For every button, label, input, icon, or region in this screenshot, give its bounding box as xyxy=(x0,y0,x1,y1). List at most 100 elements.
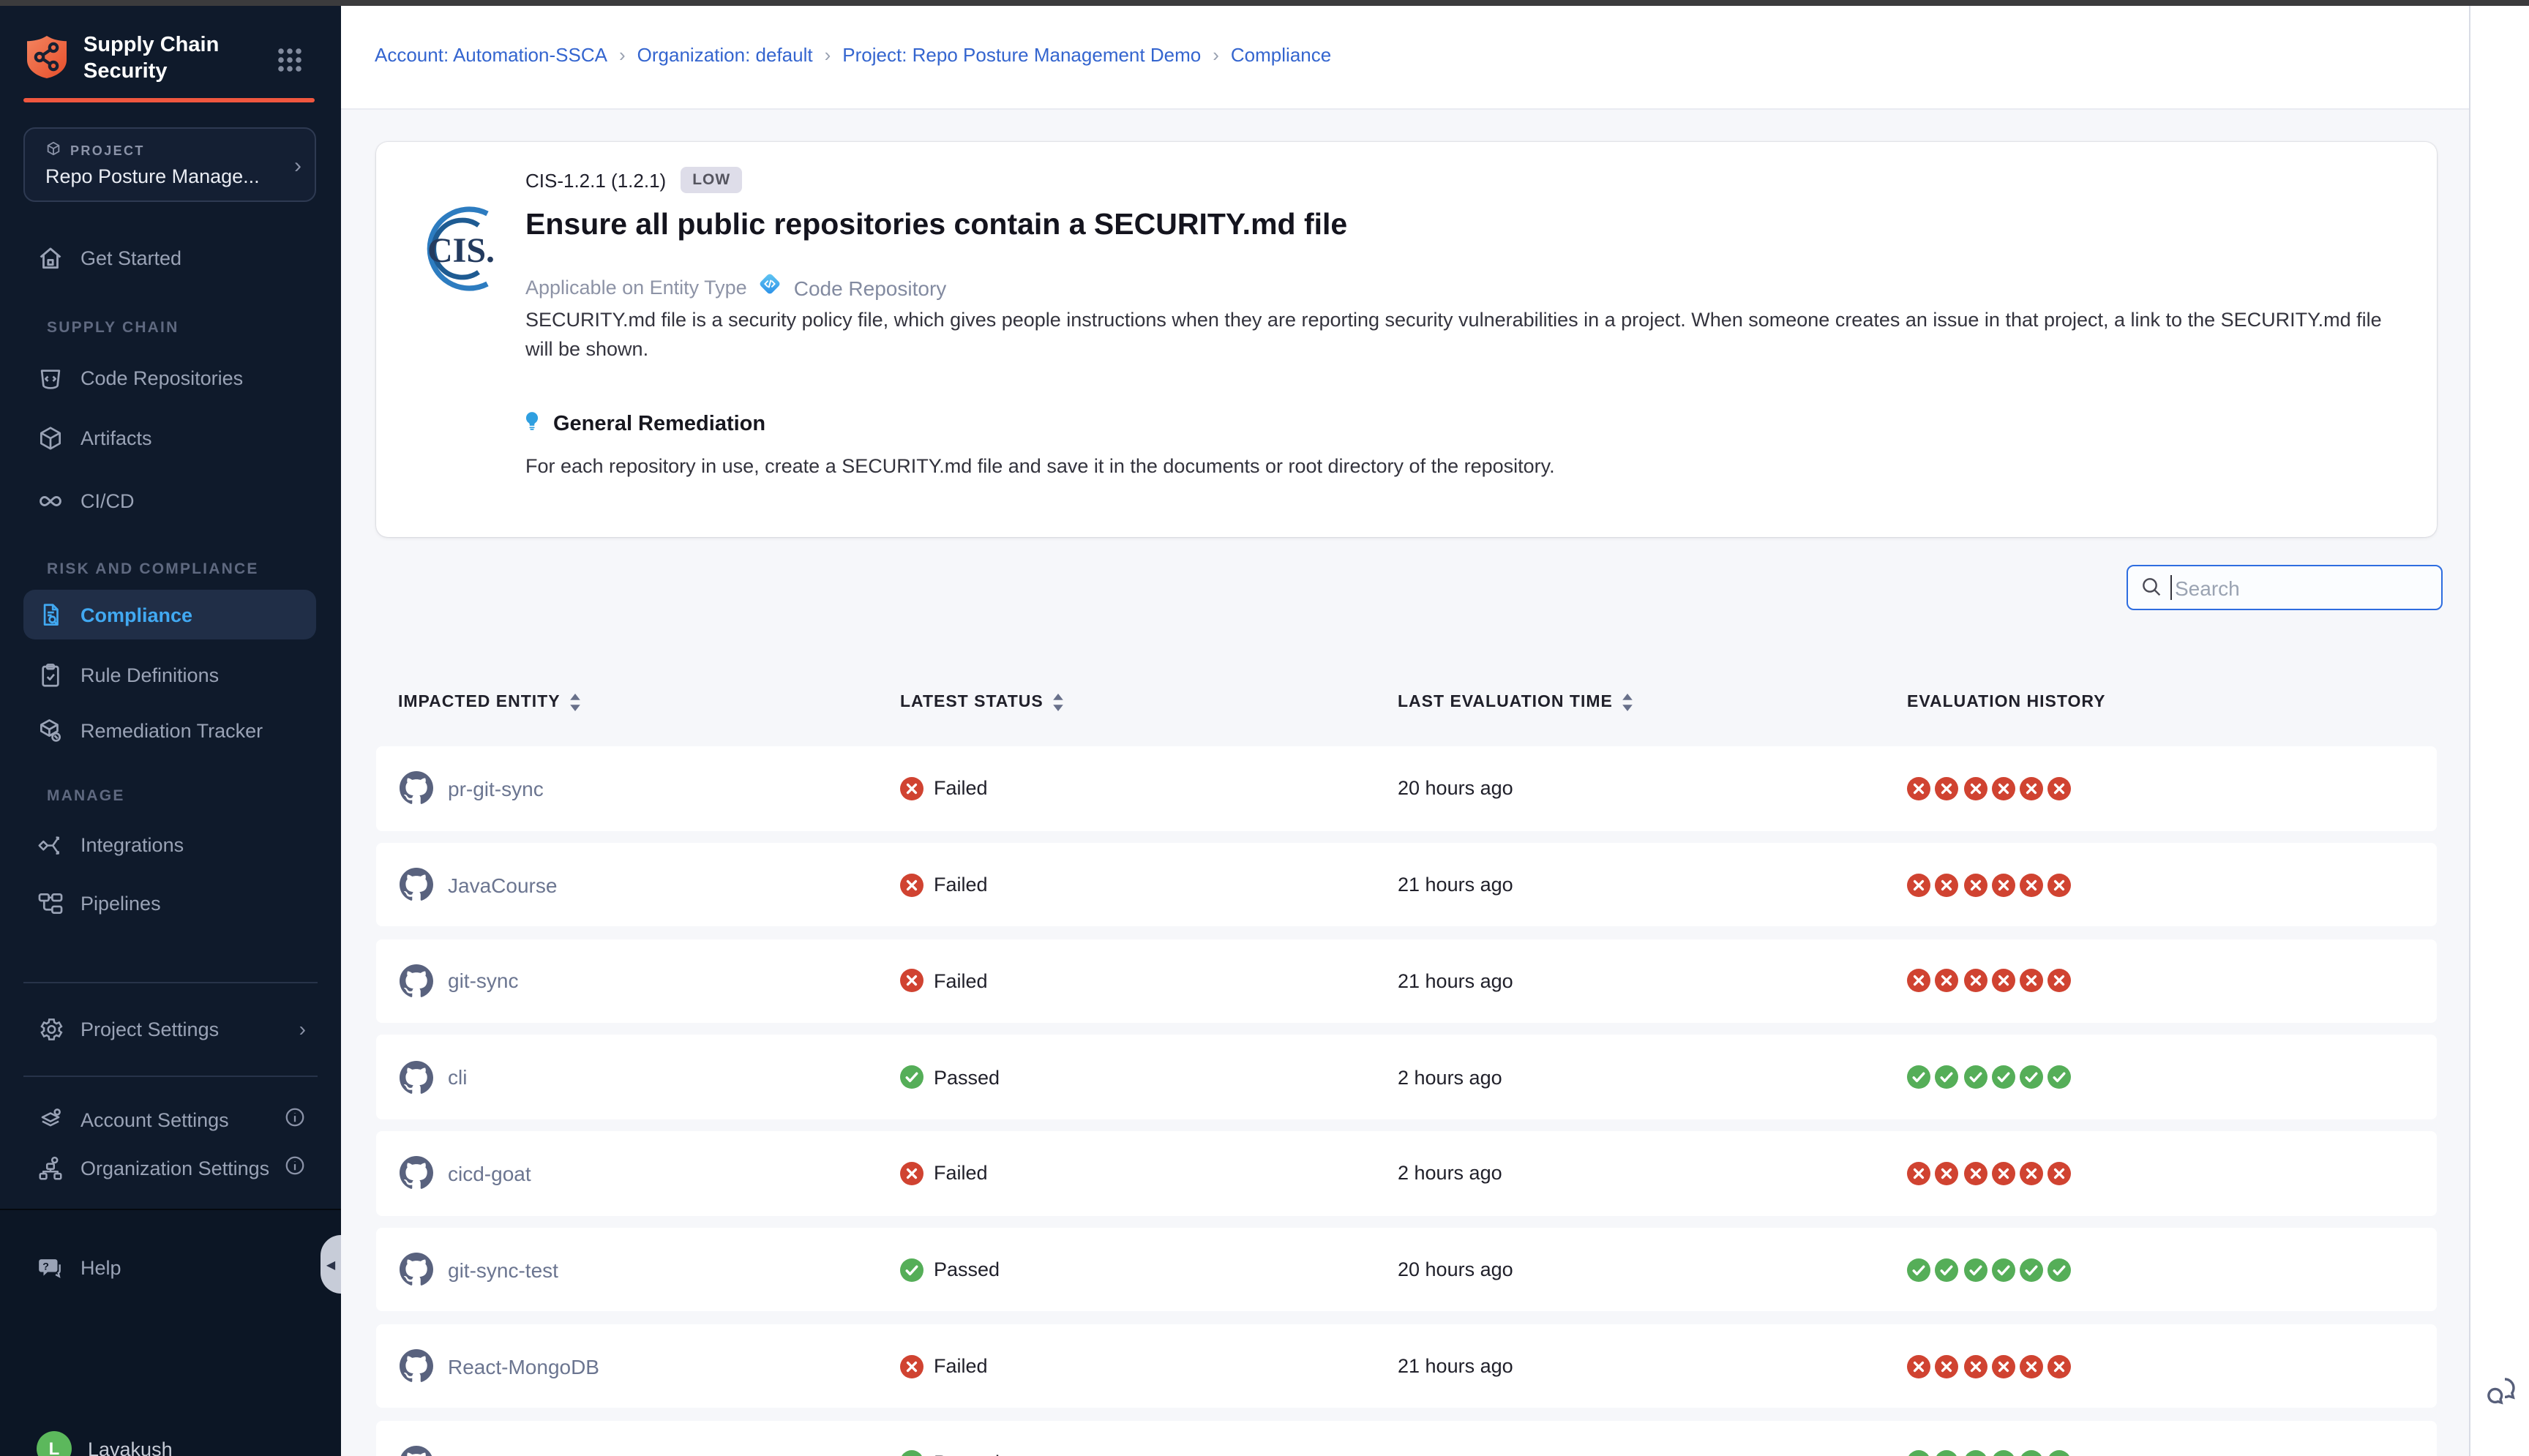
entity-name[interactable]: JavaCourse xyxy=(448,873,557,896)
history-failed-icon xyxy=(1936,969,1959,993)
gear-icon xyxy=(37,1015,64,1043)
sidebar-item-project-settings[interactable]: Project Settings › xyxy=(0,1004,341,1054)
sidebar-item-integrations[interactable]: Integrations xyxy=(0,819,341,869)
entity-name[interactable]: git-sync xyxy=(448,969,518,993)
sidebar-item-organization-settings[interactable]: Organization Settings xyxy=(0,1143,341,1193)
user-name: Lavakush xyxy=(88,1438,173,1456)
sort-icon[interactable] xyxy=(1052,694,1064,711)
cell-impacted-entity: React-MongoDB xyxy=(400,1324,599,1408)
history-passed-icon xyxy=(1963,1065,1987,1089)
entity-name[interactable]: React-MongoDB xyxy=(448,1354,599,1378)
cell-latest-status: Failed xyxy=(900,939,988,1023)
breadcrumb-link-compliance[interactable]: Compliance xyxy=(1231,44,1331,66)
clipboard-check-icon xyxy=(37,661,64,688)
history-failed-icon xyxy=(1992,873,2015,896)
status-passed-icon xyxy=(900,1258,923,1281)
column-label: IMPACTED ENTITY xyxy=(398,694,561,711)
history-passed-icon xyxy=(2020,1451,2043,1456)
project-name: Repo Posture Manage... xyxy=(45,165,300,187)
breadcrumb-separator: › xyxy=(1213,44,1219,66)
table-row[interactable]: pr-git-syncFailed20 hours ago xyxy=(376,746,2437,830)
sidebar-item-help[interactable]: ? Help xyxy=(0,1242,341,1292)
table-row[interactable]: Passed xyxy=(376,1420,2437,1456)
history-failed-icon xyxy=(1992,1354,2015,1378)
page-header: Account: Automation-SSCA › Organization:… xyxy=(341,6,2469,110)
entity-type-label: Code Repository xyxy=(794,276,947,299)
cell-last-evaluation-time: 21 hours ago xyxy=(1398,1324,1513,1408)
sidebar-item-label: Artifacts xyxy=(80,427,152,449)
history-failed-icon xyxy=(1936,873,1959,896)
column-header-impacted-entity[interactable]: IMPACTED ENTITY xyxy=(398,694,581,711)
table-row[interactable]: cicd-goatFailed2 hours ago xyxy=(376,1131,2437,1215)
github-icon xyxy=(400,1060,433,1094)
breadcrumb-separator: › xyxy=(619,44,626,66)
sidebar-item-artifacts[interactable]: Artifacts xyxy=(0,413,341,462)
history-failed-icon xyxy=(1963,777,1987,800)
sidebar-item-user[interactable]: L Lavakush xyxy=(0,1424,341,1456)
sidebar-item-label: Pipelines xyxy=(80,892,161,914)
impacted-entity-table: pr-git-syncFailed20 hours agoJavaCourseF… xyxy=(376,746,2437,1456)
status-label: Failed xyxy=(934,1163,988,1185)
history-passed-icon xyxy=(1907,1065,1930,1089)
text-caret xyxy=(2170,575,2172,600)
sidebar-item-pipelines[interactable]: Pipelines xyxy=(0,878,341,928)
rule-title: Ensure all public repositories contain a… xyxy=(525,208,1347,243)
column-header-last-evaluation-time[interactable]: LAST EVALUATION TIME xyxy=(1398,694,1633,711)
table-row[interactable]: React-MongoDB Failed 21 hours ago xyxy=(376,1324,2437,1408)
info-icon[interactable] xyxy=(284,1155,306,1181)
github-icon xyxy=(400,1349,433,1383)
status-failed-icon xyxy=(900,873,923,896)
sort-icon[interactable] xyxy=(1622,694,1633,711)
support-chat-icon[interactable] xyxy=(2482,1373,2520,1411)
svg-text:CIS.: CIS. xyxy=(427,231,495,270)
column-header-latest-status[interactable]: LATEST STATUS xyxy=(900,694,1064,711)
breadcrumb-link-organization[interactable]: Organization: default xyxy=(637,44,813,66)
entity-name[interactable]: cicd-goat xyxy=(448,1162,531,1185)
avatar: L xyxy=(37,1431,72,1456)
sidebar-collapse-handle[interactable]: ◀ xyxy=(321,1235,341,1294)
cell-impacted-entity: git-sync xyxy=(400,939,518,1023)
table-row[interactable]: git-sync-testPassed20 hours ago xyxy=(376,1228,2437,1312)
column-label: LATEST STATUS xyxy=(900,694,1044,711)
history-passed-icon xyxy=(1992,1258,2015,1281)
sidebar-item-account-settings[interactable]: Account Settings xyxy=(0,1095,341,1144)
info-icon[interactable] xyxy=(284,1106,306,1133)
history-passed-icon xyxy=(2020,1065,2043,1089)
module-switcher-icon[interactable] xyxy=(277,47,303,73)
history-failed-icon xyxy=(2020,1162,2043,1185)
sidebar-item-compliance[interactable]: Compliance xyxy=(23,590,316,639)
sidebar-item-rule-definitions[interactable]: Rule Definitions xyxy=(0,650,341,699)
sort-icon[interactable] xyxy=(569,694,581,711)
status-passed-icon xyxy=(900,1065,923,1089)
divider xyxy=(23,1076,318,1077)
search-input[interactable] xyxy=(2127,565,2443,610)
sidebar-item-remediation-tracker[interactable]: Remediation Tracker xyxy=(0,705,341,755)
sidebar-item-cicd[interactable]: CI/CD xyxy=(0,476,341,525)
entity-name[interactable]: pr-git-sync xyxy=(448,777,544,800)
search-box xyxy=(2127,565,2443,610)
section-manage: MANAGE xyxy=(47,787,125,805)
history-passed-icon xyxy=(2020,1258,2043,1281)
sidebar-item-label: Integrations xyxy=(80,833,184,855)
sidebar-item-code-repositories[interactable]: Code Repositories xyxy=(0,353,341,402)
entity-name[interactable]: git-sync-test xyxy=(448,1258,558,1281)
status-label: Failed xyxy=(934,778,988,800)
breadcrumb-link-project[interactable]: Project: Repo Posture Management Demo xyxy=(842,44,1201,66)
project-selector[interactable]: PROJECT Repo Posture Manage... › xyxy=(23,127,316,202)
table-row[interactable]: git-syncFailed21 hours ago xyxy=(376,939,2437,1023)
cell-last-evaluation-time: 2 hours ago xyxy=(1398,1035,1502,1119)
github-icon xyxy=(400,1157,433,1190)
table-row[interactable]: cliPassed2 hours ago xyxy=(376,1035,2437,1119)
history-failed-icon xyxy=(2048,1162,2072,1185)
sidebar-item-get-started[interactable]: Get Started xyxy=(0,233,341,282)
cell-latest-status: Failed xyxy=(900,746,988,830)
status-label: Passed xyxy=(934,1258,1000,1280)
breadcrumb-link-account[interactable]: Account: Automation-SSCA xyxy=(375,44,607,66)
remediation-title: General Remediation xyxy=(553,412,765,435)
status-label: Failed xyxy=(934,1355,988,1377)
history-passed-icon xyxy=(2048,1258,2072,1281)
history-passed-icon xyxy=(2048,1451,2072,1456)
table-row[interactable]: JavaCourseFailed21 hours ago xyxy=(376,843,2437,927)
cell-latest-status: Failed xyxy=(900,1131,988,1215)
entity-name[interactable]: cli xyxy=(448,1065,467,1089)
